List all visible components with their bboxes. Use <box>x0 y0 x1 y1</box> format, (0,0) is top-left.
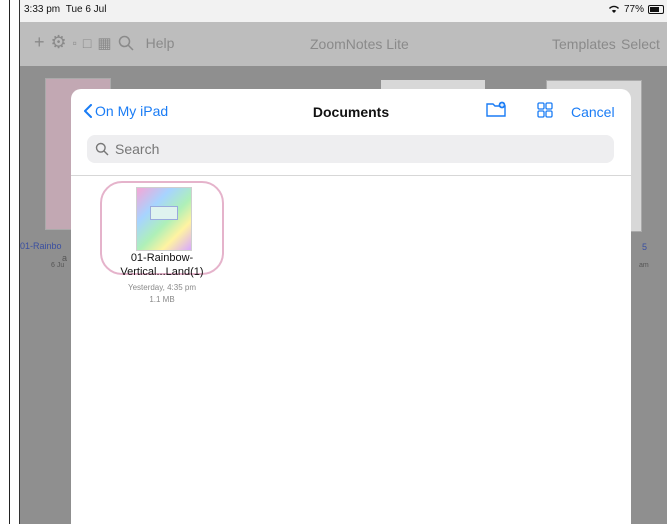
modal-header: On My iPad Documents Cancel <box>71 89 631 133</box>
gear-icon[interactable]: ⚙ <box>51 32 67 53</box>
bg-file-label-right: 5 <box>642 242 648 252</box>
left-border <box>9 0 10 524</box>
app-toolbar: + ⚙ ▫ □ ▦ Help ZoomNotes Lite Templates … <box>20 22 667 66</box>
bg-file-label-left: 01-Rainbo <box>20 241 62 251</box>
toolbar-icons: + ⚙ ▫ □ ▦ Help <box>34 32 174 53</box>
file-thumbnail <box>136 187 192 251</box>
status-bar: 3:33 pm Tue 6 Jul 77% <box>20 0 667 22</box>
bg-file-date-left: 6 Ju <box>51 262 65 269</box>
bg-file-sub-right: am <box>639 262 649 269</box>
calendar-icon[interactable]: ▦ <box>97 34 111 52</box>
battery-percent: 77% <box>623 4 644 15</box>
add-icon[interactable]: + <box>34 32 45 53</box>
search-bar[interactable] <box>87 135 614 163</box>
header-divider <box>71 175 631 176</box>
status-right: 77% <box>608 4 664 15</box>
documents-picker-modal: On My iPad Documents Cancel 01-Rainbow- … <box>71 89 631 524</box>
search-icon <box>95 142 109 156</box>
grid-view-icon[interactable] <box>537 102 553 118</box>
cancel-button[interactable]: Cancel <box>571 104 615 120</box>
ipad-screen: 3:33 pm Tue 6 Jul 77% + ⚙ ▫ □ ▦ Help Zoo… <box>19 0 667 524</box>
file-size: 1.1 MB <box>149 295 175 304</box>
help-button[interactable]: Help <box>146 35 175 51</box>
square-icon[interactable]: ▫ <box>73 36 77 50</box>
file-date: Yesterday, 4:35 pm <box>127 283 197 292</box>
search-input[interactable] <box>113 140 597 158</box>
search-toolbar-icon[interactable] <box>118 35 134 51</box>
new-folder-icon[interactable] <box>486 101 506 117</box>
file-name-line1: 01-Rainbow- <box>130 252 194 264</box>
status-time: 3:33 pm Tue 6 Jul <box>24 4 107 15</box>
page-icon[interactable]: □ <box>83 35 91 51</box>
wifi-icon <box>608 5 620 13</box>
file-name-line2: Vertical...Land(1) <box>120 266 204 278</box>
app-title: ZoomNotes Lite <box>310 36 409 52</box>
templates-button[interactable]: Templates <box>552 36 616 52</box>
battery-icon <box>648 5 664 14</box>
file-item[interactable]: 01-Rainbow- Vertical...Land(1) Yesterday… <box>100 181 224 321</box>
thumbnail-label-box <box>150 206 178 220</box>
select-button[interactable]: Select <box>621 36 660 52</box>
